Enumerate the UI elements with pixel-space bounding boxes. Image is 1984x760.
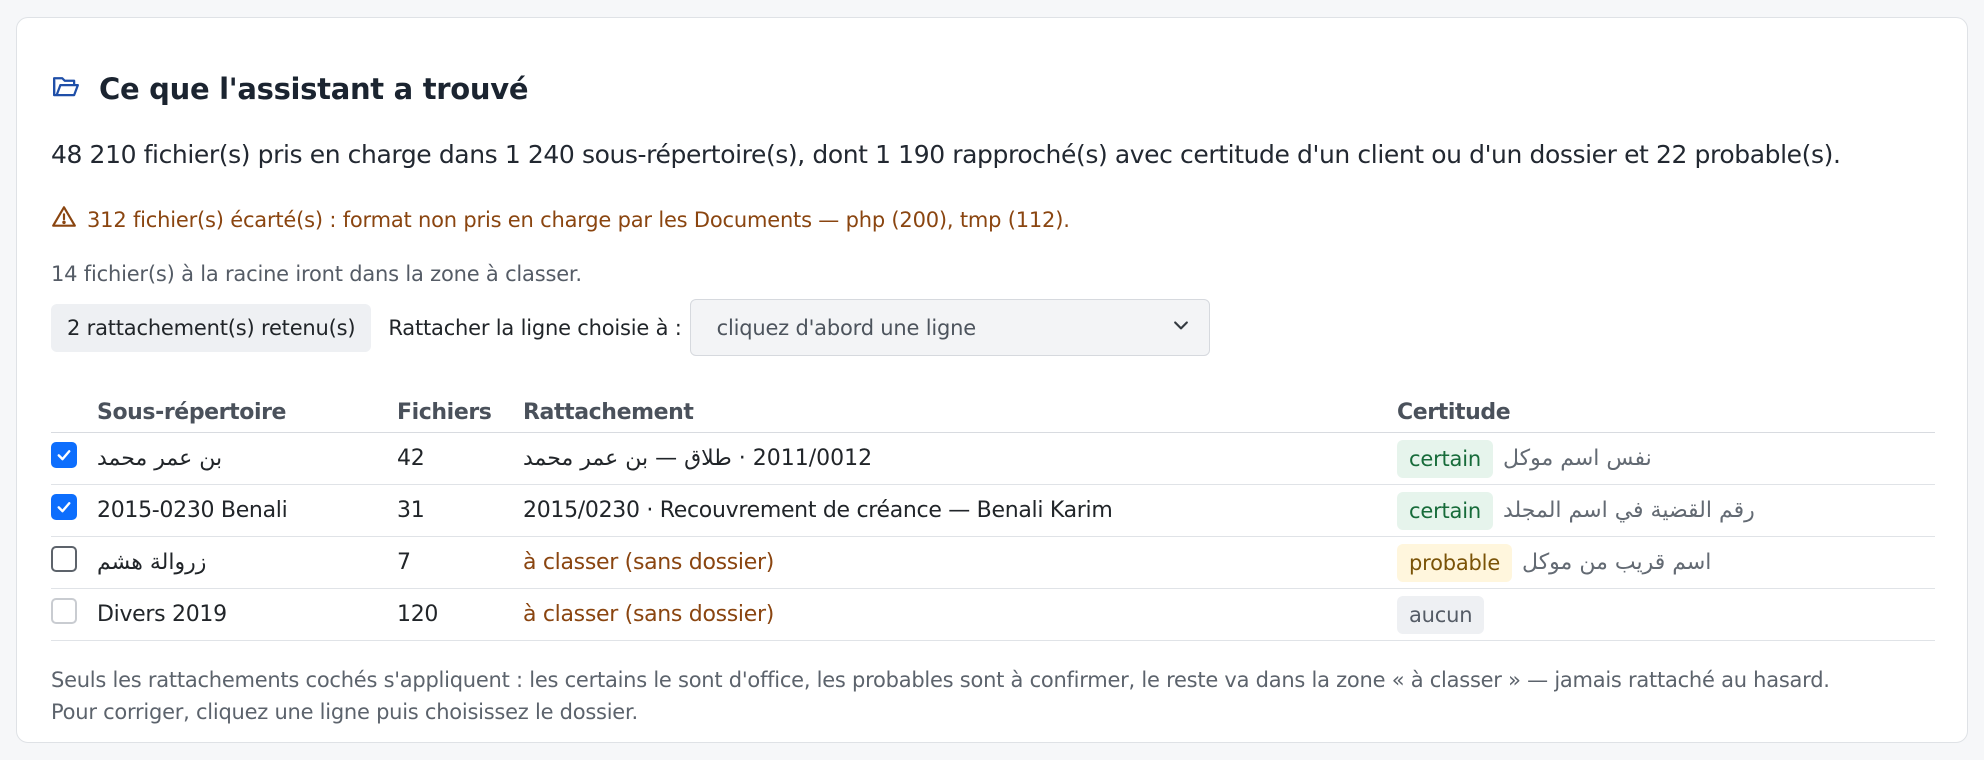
root-files-note: 14 fichier(s) à la racine iront dans la … (51, 262, 582, 286)
attachments-table: Sous-répertoire Fichiers Rattachement Ce… (51, 393, 1935, 641)
row-attachment: à classer (sans dossier) (523, 550, 775, 575)
excluded-files-warning: 312 fichier(s) écarté(s) : format non pr… (51, 204, 1070, 235)
match-reason: نفس اسم موكل (1502, 446, 1652, 471)
table-row[interactable]: 2015-0230 Benali 31 2015/0230 · Recouvre… (51, 485, 1935, 537)
folder-open-icon (51, 72, 81, 106)
header-subdir: Sous-répertoire (97, 400, 287, 425)
chevron-down-icon (1171, 315, 1191, 340)
match-reason: رقم القضية في اسم المجلد (1502, 498, 1755, 523)
row-files: 7 (397, 550, 411, 575)
table-row[interactable]: Divers 2019 120 à classer (sans dossier)… (51, 589, 1935, 641)
row-subdir: 2015-0230 Benali (97, 498, 288, 523)
row-checkbox[interactable] (51, 493, 77, 520)
folder-select[interactable]: cliquez d'abord une ligne (689, 299, 1210, 356)
import-summary: 48 210 fichier(s) pris en charge dans 1 … (51, 140, 1841, 169)
check-icon (57, 501, 71, 512)
row-files: 42 (397, 446, 425, 471)
match-reason: اسم قريب من موكل (1522, 550, 1712, 575)
certainty-badge: certain (1397, 439, 1493, 478)
warning-triangle-icon (51, 204, 77, 235)
row-subdir: Divers 2019 (97, 602, 227, 627)
row-checkbox[interactable] (51, 545, 77, 572)
attach-controls: 2 rattachement(s) retenu(s) Rattacher la… (51, 299, 1210, 356)
help-line-2: Pour corriger, cliquez une ligne puis ch… (51, 700, 638, 724)
findings-card: Ce que l'assistant a trouvé 48 210 fichi… (16, 17, 1968, 743)
certainty-badge: certain (1397, 491, 1493, 530)
row-checkbox-disabled (51, 597, 77, 624)
check-icon (57, 449, 71, 460)
card-title: Ce que l'assistant a trouvé (99, 72, 529, 106)
row-attachment: à classer (sans dossier) (523, 602, 775, 627)
attach-label: Rattacher la ligne choisie à : (388, 315, 682, 340)
table-row[interactable]: بن عمر محمد 42 2011/0012 · طلاق — بن عمر… (51, 433, 1935, 485)
folder-select-value: cliquez d'abord une ligne (716, 315, 977, 340)
certainty-badge: probable (1397, 543, 1513, 582)
header-attachment: Rattachement (523, 400, 694, 425)
header-files: Fichiers (397, 400, 492, 425)
certainty-badge: aucun (1397, 595, 1485, 634)
row-subdir: بن عمر محمد (97, 446, 223, 471)
row-files: 31 (397, 498, 425, 523)
row-checkbox[interactable] (51, 441, 77, 468)
retained-count-badge: 2 rattachement(s) retenu(s) (51, 303, 372, 352)
row-files: 120 (397, 602, 439, 627)
table-header: Sous-répertoire Fichiers Rattachement Ce… (51, 393, 1935, 433)
table-row[interactable]: زروالة هشم 7 à classer (sans dossier) pr… (51, 537, 1935, 589)
help-line-1: Seuls les rattachements cochés s'appliqu… (51, 668, 1830, 692)
row-attachment: 2015/0230 · Recouvrement de créance — Be… (523, 498, 1113, 523)
header-certainty: Certitude (1397, 400, 1511, 425)
row-subdir: زروالة هشم (97, 550, 207, 575)
warning-text: 312 fichier(s) écarté(s) : format non pr… (87, 207, 1070, 232)
help-text: Seuls les rattachements cochés s'appliqu… (51, 664, 1941, 728)
card-header: Ce que l'assistant a trouvé (51, 72, 529, 106)
row-attachment: 2011/0012 · طلاق — بن عمر محمد (523, 446, 873, 471)
